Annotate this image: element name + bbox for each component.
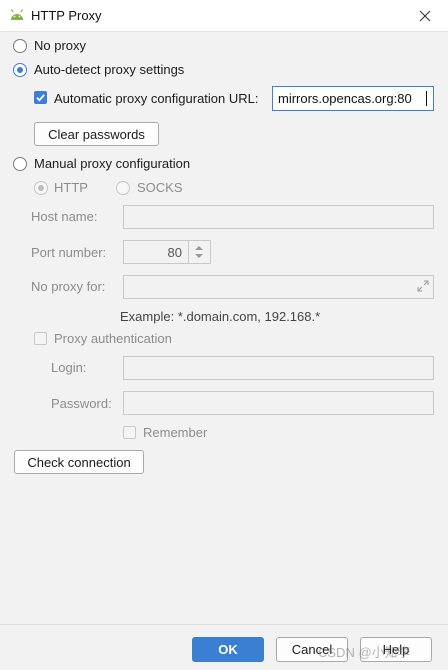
window-title: HTTP Proxy bbox=[31, 8, 102, 23]
proxy-auth-checkbox[interactable] bbox=[34, 332, 47, 345]
expand-icon[interactable] bbox=[417, 280, 429, 292]
auto-config-url-value: mirrors.opencas.org:80 bbox=[278, 91, 412, 106]
close-icon bbox=[419, 10, 431, 22]
no-proxy-label: No proxy bbox=[34, 38, 87, 53]
http-radio[interactable] bbox=[34, 181, 48, 195]
socks-label: SOCKS bbox=[137, 180, 183, 195]
dialog-footer: OK Cancel Help CSDN @小知李 bbox=[0, 624, 448, 670]
login-label: Login: bbox=[51, 360, 87, 375]
check-icon bbox=[36, 94, 45, 102]
host-name-input[interactable] bbox=[123, 205, 434, 229]
check-connection-label: Check connection bbox=[27, 454, 131, 470]
watermark: CSDN @小知李 bbox=[318, 645, 411, 660]
dialog-content: No proxy Auto-detect proxy settings Auto… bbox=[0, 32, 448, 624]
auto-config-url-label: Automatic proxy configuration URL: bbox=[54, 91, 259, 106]
ok-label: OK bbox=[218, 642, 238, 657]
login-input[interactable] bbox=[123, 356, 434, 380]
close-button[interactable] bbox=[402, 0, 448, 32]
android-icon bbox=[10, 9, 24, 20]
auto-detect-label: Auto-detect proxy settings bbox=[34, 62, 185, 77]
text-caret bbox=[426, 91, 427, 106]
http-label: HTTP bbox=[54, 180, 88, 195]
title-bar: HTTP Proxy bbox=[0, 0, 448, 32]
remember-checkbox[interactable] bbox=[123, 426, 136, 439]
clear-passwords-button[interactable]: Clear passwords bbox=[34, 122, 159, 146]
no-proxy-radio[interactable] bbox=[13, 39, 27, 53]
remember-label: Remember bbox=[143, 425, 208, 440]
auto-config-url-input[interactable]: mirrors.opencas.org:80 bbox=[272, 86, 434, 111]
auto-detect-radio[interactable] bbox=[13, 63, 27, 77]
password-label: Password: bbox=[51, 396, 112, 411]
example-hint: Example: *.domain.com, 192.168.* bbox=[120, 309, 321, 324]
stepper-arrows-icon[interactable] bbox=[193, 244, 205, 260]
host-name-label: Host name: bbox=[31, 209, 98, 224]
check-connection-button[interactable]: Check connection bbox=[14, 450, 144, 474]
stepper-divider bbox=[188, 241, 189, 263]
manual-proxy-radio[interactable] bbox=[13, 157, 27, 171]
port-number-value: 80 bbox=[167, 245, 182, 260]
clear-passwords-label: Clear passwords bbox=[48, 126, 145, 142]
no-proxy-for-input[interactable] bbox=[123, 275, 434, 299]
password-input[interactable] bbox=[123, 391, 434, 415]
socks-radio[interactable] bbox=[116, 181, 130, 195]
no-proxy-for-label: No proxy for: bbox=[31, 279, 106, 294]
auto-config-url-checkbox[interactable] bbox=[34, 91, 47, 104]
proxy-auth-label: Proxy authentication bbox=[54, 331, 172, 346]
port-number-label: Port number: bbox=[31, 245, 107, 260]
port-number-stepper[interactable]: 80 bbox=[123, 240, 211, 264]
manual-proxy-label: Manual proxy configuration bbox=[34, 156, 191, 171]
ok-button[interactable]: OK bbox=[192, 637, 264, 662]
